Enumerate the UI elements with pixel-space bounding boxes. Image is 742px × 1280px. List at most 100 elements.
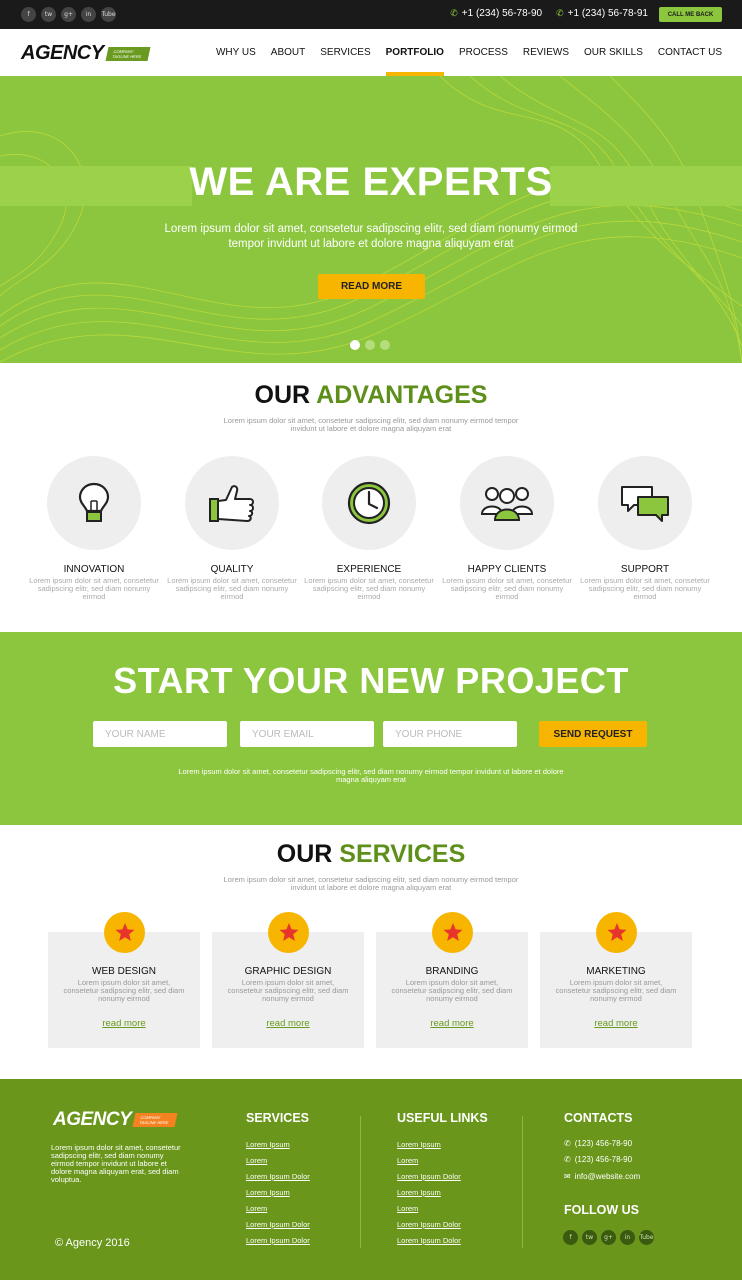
footer-link[interactable]: Lorem Ipsum xyxy=(397,1140,461,1150)
footer-link[interactable]: Lorem xyxy=(246,1156,310,1166)
phone-number: +1 (234) 56-78-90 xyxy=(461,8,543,19)
phone-input[interactable]: YOUR PHONE xyxy=(383,721,517,747)
people-icon xyxy=(480,487,534,521)
advantage-title: EXPERIENCE xyxy=(336,564,402,575)
footer-link[interactable]: Lorem Ipsum Dolor xyxy=(246,1172,310,1182)
footer-email[interactable]: ✉ info@website.com xyxy=(564,1172,640,1181)
footer-link[interactable]: Lorem xyxy=(397,1156,461,1166)
logo-text: AGENCY xyxy=(53,1109,132,1130)
nav-item-reviews[interactable]: REVIEWS xyxy=(523,29,569,76)
service-text: Lorem ipsum dolor sit amet, consetetur s… xyxy=(555,978,677,1003)
chat-icon xyxy=(621,486,669,522)
footer-services-links: Lorem Ipsum Lorem Lorem Ipsum Dolor Lore… xyxy=(246,1140,310,1246)
footer-link[interactable]: Lorem Ipsum xyxy=(397,1188,461,1198)
service-card-web-design: WEB DESIGN Lorem ipsum dolor sit amet, c… xyxy=(48,912,200,1048)
contact-value: info@website.com xyxy=(574,1172,641,1181)
footer-logo[interactable]: AGENCY COMPANY TAGLINE HERE xyxy=(53,1109,178,1131)
title-accent: SERVICES xyxy=(339,840,466,868)
project-title: START YOUR NEW PROJECT xyxy=(113,660,629,701)
name-input[interactable]: YOUR NAME xyxy=(93,721,227,747)
logo[interactable]: AGENCY COMPANY TAGLINE HERE xyxy=(21,42,151,65)
advantage-quality: QUALITY Lorem ipsum dolor sit amet, cons… xyxy=(162,456,302,601)
read-more-button[interactable]: READ MORE xyxy=(318,274,425,299)
youtube-icon[interactable]: Tube xyxy=(101,7,116,22)
footer-link[interactable]: Lorem Ipsum Dolor xyxy=(397,1220,461,1230)
service-read-more-link[interactable]: read more xyxy=(594,1018,637,1029)
top-phones: ✆ +1 (234) 56-78-90 ✆ +1 (234) 56-78-91 xyxy=(450,8,648,19)
service-card-graphic-design: GRAPHIC DESIGN Lorem ipsum dolor sit ame… xyxy=(212,912,364,1048)
googleplus-icon[interactable]: g+ xyxy=(601,1230,616,1245)
nav-item-why-us[interactable]: WHY US xyxy=(216,29,256,76)
advantage-text: Lorem ipsum dolor sit amet, consetetur s… xyxy=(29,576,159,601)
top-phone-2[interactable]: ✆ +1 (234) 56-78-91 xyxy=(556,8,648,19)
advantage-title: QUALITY xyxy=(210,564,254,575)
top-social-links: f tw g+ in Tube xyxy=(21,7,116,22)
facebook-icon[interactable]: f xyxy=(21,7,36,22)
top-phone-1[interactable]: ✆ +1 (234) 56-78-90 xyxy=(450,8,542,19)
footer-social-links: f tw g+ in Tube xyxy=(563,1230,654,1245)
twitter-icon[interactable]: tw xyxy=(582,1230,597,1245)
linkedin-icon[interactable]: in xyxy=(620,1230,635,1245)
footer-link[interactable]: Lorem Ipsum xyxy=(246,1140,310,1150)
footer-phone-1[interactable]: ✆ (123) 456-78-90 xyxy=(564,1139,632,1148)
footer-link[interactable]: Lorem Ipsum Dolor xyxy=(246,1236,310,1246)
footer-link[interactable]: Lorem Ipsum Dolor xyxy=(246,1220,310,1230)
slider-dots xyxy=(350,340,390,350)
twitter-icon[interactable]: tw xyxy=(41,7,56,22)
project-text: Lorem ipsum dolor sit amet, consetetur s… xyxy=(178,767,564,784)
star-icon xyxy=(268,912,309,953)
footer-phone-2[interactable]: ✆ (123) 456-78-90 xyxy=(564,1155,632,1164)
googleplus-icon[interactable]: g+ xyxy=(61,7,76,22)
service-read-more-link[interactable]: read more xyxy=(430,1018,473,1029)
footer-link[interactable]: Lorem xyxy=(246,1204,310,1214)
email-input[interactable]: YOUR EMAIL xyxy=(240,721,374,747)
service-read-more-link[interactable]: read more xyxy=(266,1018,309,1029)
service-title: MARKETING xyxy=(586,966,646,977)
nav-item-portfolio[interactable]: PORTFOLIO xyxy=(385,29,445,76)
footer-link[interactable]: Lorem Ipsum Dolor xyxy=(397,1172,461,1182)
advantage-support: SUPPORT Lorem ipsum dolor sit amet, cons… xyxy=(575,456,715,601)
service-title: GRAPHIC DESIGN xyxy=(244,966,332,977)
service-title: BRANDING xyxy=(425,966,479,977)
footer-services-title: SERVICES xyxy=(246,1111,309,1125)
star-icon xyxy=(432,912,473,953)
footer-link[interactable]: Lorem Ipsum xyxy=(246,1188,310,1198)
linkedin-icon[interactable]: in xyxy=(81,7,96,22)
advantage-title: HAPPY CLIENTS xyxy=(467,564,547,575)
advantage-title: INNOVATION xyxy=(63,564,125,575)
slider-dot-1[interactable] xyxy=(350,340,360,350)
phone-number: +1 (234) 56-78-91 xyxy=(567,8,648,19)
call-me-back-button[interactable]: CALL ME BACK xyxy=(659,7,722,22)
footer-useful-links-title: USEFUL LINKS xyxy=(397,1111,488,1125)
slider-dot-2[interactable] xyxy=(365,340,375,350)
advantage-happy-clients: HAPPY CLIENTS Lorem ipsum dolor sit amet… xyxy=(437,456,577,601)
top-bar: f tw g+ in Tube ✆ +1 (234) 56-78-90 ✆ +1 (… xyxy=(0,0,742,29)
footer-divider xyxy=(522,1116,523,1248)
advantage-icon-circle xyxy=(460,456,554,550)
slider-dot-3[interactable] xyxy=(380,340,390,350)
service-text: Lorem ipsum dolor sit amet, consetetur s… xyxy=(63,978,185,1003)
nav-item-contact-us[interactable]: CONTACT US xyxy=(658,29,722,76)
service-read-more-link[interactable]: read more xyxy=(102,1018,145,1029)
send-request-button[interactable]: SEND REQUEST xyxy=(539,721,647,747)
services-title: OUR SERVICES xyxy=(0,840,742,869)
phone-icon: ✆ xyxy=(564,1155,571,1164)
footer-link[interactable]: Lorem xyxy=(397,1204,461,1214)
nav-item-our-skills[interactable]: OUR SKILLS xyxy=(584,29,643,76)
hero-banner: WE ARE EXPERTS Lorem ipsum dolor sit ame… xyxy=(0,76,742,363)
contact-value: (123) 456-78-90 xyxy=(574,1155,633,1164)
advantage-icon-circle xyxy=(598,456,692,550)
nav-menu: WHY US ABOUT SERVICES PORTFOLIO PROCESS … xyxy=(216,29,722,76)
facebook-icon[interactable]: f xyxy=(563,1230,578,1245)
service-text: Lorem ipsum dolor sit amet, consetetur s… xyxy=(227,978,349,1003)
nav-item-about[interactable]: ABOUT xyxy=(271,29,305,76)
nav-item-services[interactable]: SERVICES xyxy=(320,29,370,76)
clock-icon xyxy=(347,481,391,525)
advantages-title: OUR ADVANTAGES xyxy=(0,381,742,410)
youtube-icon[interactable]: Tube xyxy=(639,1230,654,1245)
footer-link[interactable]: Lorem Ipsum Dolor xyxy=(397,1236,461,1246)
nav-item-process[interactable]: PROCESS xyxy=(459,29,508,76)
advantage-text: Lorem ipsum dolor sit amet, consetetur s… xyxy=(167,576,297,601)
advantage-innovation: INNOVATION Lorem ipsum dolor sit amet, c… xyxy=(24,456,164,601)
logo-tagline: COMPANY TAGLINE HERE xyxy=(132,1113,178,1127)
